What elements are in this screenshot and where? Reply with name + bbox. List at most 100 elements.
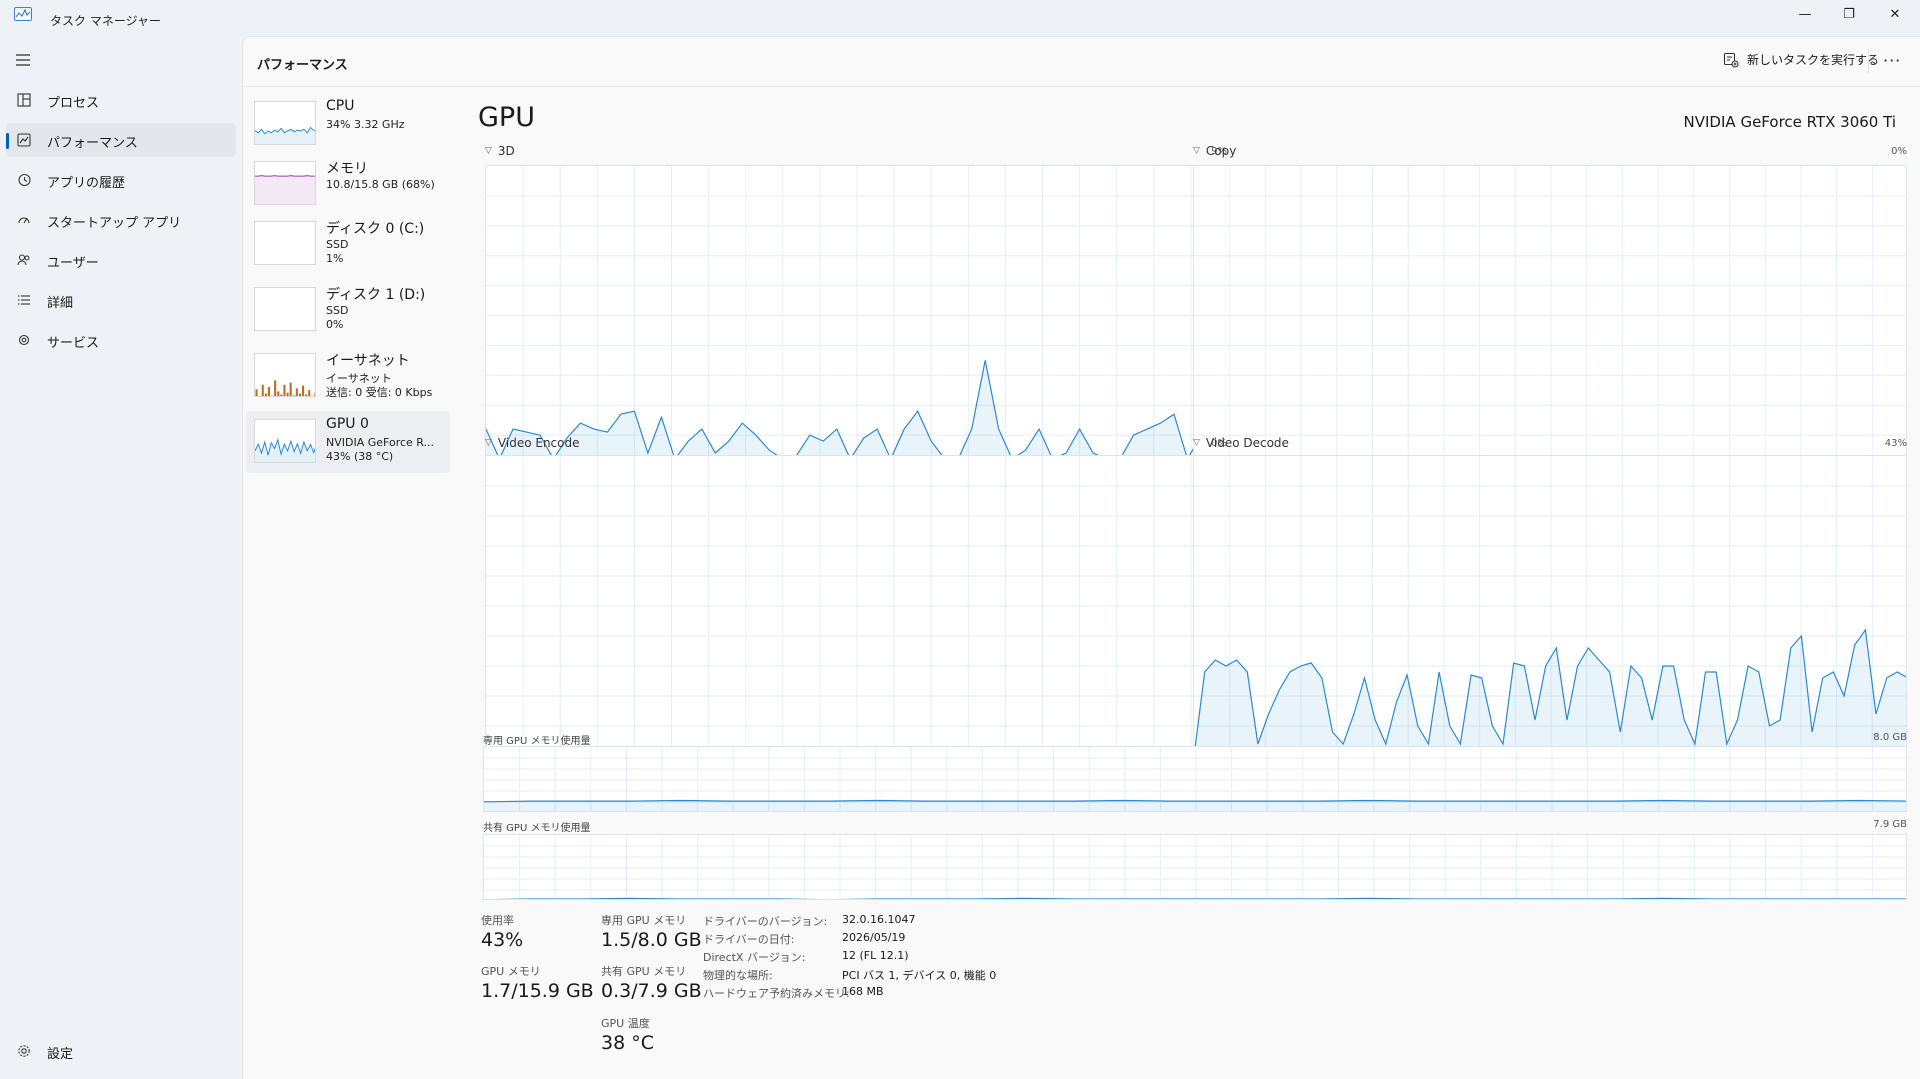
dedicated-memory-stat-label: 専用 GPU メモリ <box>601 914 687 927</box>
device-detail: NVIDIA GeForce R... <box>326 436 435 449</box>
gpu-temperature-value: 38 °C <box>601 1032 654 1054</box>
run-task-icon <box>1723 52 1739 68</box>
close-button[interactable]: ✕ <box>1872 0 1918 28</box>
device-cpu[interactable]: CPU 34% 3.32 GHz <box>246 93 450 155</box>
nav-item-services[interactable]: サービス <box>6 323 236 357</box>
engine-max-label: 43% <box>1884 438 1907 449</box>
nav-item-startup-apps[interactable]: スタートアップ アプリ <box>6 203 236 237</box>
hamburger-menu-icon[interactable] <box>14 52 34 68</box>
thumbnail-bar <box>261 384 264 396</box>
main-panel: パフォーマンス 新しいタスクを実行する ··· CPU 34% 3.32 GHz… <box>242 36 1920 1079</box>
dedicated-memory-max: 8.0 GB <box>1873 732 1907 743</box>
device-disk-0[interactable]: ディスク 0 (C:) SSD 1% <box>246 213 450 275</box>
nav-item-details[interactable]: 詳細 <box>6 283 236 317</box>
gpu-model-name: NVIDIA GeForce RTX 3060 Ti <box>1683 113 1896 131</box>
reserved-memory-value: 168 MB <box>842 985 884 998</box>
physical-location-key: 物理的な場所: <box>703 969 773 982</box>
page-title: パフォーマンス <box>257 58 348 73</box>
engine-label: Video Encode <box>497 436 580 450</box>
device-detail: SSD <box>326 304 349 317</box>
nav-item-processes[interactable]: プロセス <box>6 83 236 117</box>
device-name: ディスク 1 (D:) <box>326 287 426 303</box>
users-icon <box>16 252 32 268</box>
physical-location-value: PCI バス 1, デバイス 0, 機能 0 <box>842 969 997 982</box>
directx-version-value: 12 (FL 12.1) <box>842 949 909 962</box>
thumbnail-bar <box>308 390 311 396</box>
nav-item-users[interactable]: ユーザー <box>6 243 236 277</box>
engine-selector-3d[interactable]: ▽ 3D <box>485 144 515 158</box>
details-icon <box>16 292 32 308</box>
more-options-button[interactable]: ··· <box>1883 51 1901 70</box>
device-disk-1[interactable]: ディスク 1 (D:) SSD 0% <box>246 279 450 341</box>
thumbnail-line <box>255 175 315 177</box>
gpu-title: GPU <box>478 102 535 133</box>
driver-date-key: ドライバーの日付: <box>703 933 795 946</box>
reserved-memory-key: ハードウェア予約済みメモリ: <box>703 987 850 1000</box>
thumbnail-bar <box>298 393 301 396</box>
device-detail: 43% (38 °C) <box>326 450 394 463</box>
gpu-temperature-label: GPU 温度 <box>601 1017 650 1030</box>
chevron-down-icon: ▽ <box>1193 438 1200 448</box>
engine-selector-video-encode[interactable]: ▽ Video Encode <box>485 436 579 450</box>
utilization-label: 使用率 <box>481 914 514 927</box>
device-detail: 34% 3.32 GHz <box>326 118 405 131</box>
nav-label: プロセス <box>47 96 100 111</box>
ethernet-thumbnail-graph <box>254 353 316 397</box>
device-ethernet[interactable]: イーサネット イーサネット 送信: 0 受信: 0 Kbps <box>246 345 450 407</box>
device-memory[interactable]: メモリ 10.8/15.8 GB (68%) <box>246 153 450 215</box>
thumbnail-bar <box>283 384 286 396</box>
nav-item-performance[interactable]: パフォーマンス <box>6 123 236 157</box>
thumbnail-bar <box>302 385 305 396</box>
engine-selector-copy[interactable]: ▽ Copy <box>1193 144 1236 158</box>
thumbnail-area <box>255 175 315 204</box>
nav-item-settings[interactable]: 設定 <box>6 1034 236 1068</box>
nav-item-app-history[interactable]: アプリの履歴 <box>6 163 236 197</box>
chevron-down-icon: ▽ <box>1193 146 1200 156</box>
thumbnail-bar <box>274 380 277 396</box>
settings-label: 設定 <box>47 1047 74 1062</box>
nav-label: パフォーマンス <box>47 136 138 151</box>
device-gpu-0[interactable]: GPU 0 NVIDIA GeForce R... 43% (38 °C) <box>246 411 450 473</box>
device-detail: 1% <box>326 252 344 265</box>
thumbnail-bar <box>271 395 274 396</box>
nav-label: 詳細 <box>47 296 74 311</box>
device-detail: 10.8/15.8 GB (68%) <box>326 178 435 191</box>
run-task-label: 新しいタスクを実行する <box>1747 53 1880 67</box>
shared-memory-chart <box>483 834 1907 900</box>
memory-thumbnail-graph <box>254 161 316 205</box>
cpu-thumbnail-graph <box>254 101 316 145</box>
thumbnail-bar <box>280 394 283 396</box>
thumbnail-bar <box>314 392 315 396</box>
run-new-task-button[interactable]: 新しいタスクを実行する <box>1723 51 1879 68</box>
dedicated-memory-stat-value: 1.5/8.0 GB <box>601 929 702 951</box>
engine-max-label: 0% <box>1891 146 1907 157</box>
services-icon <box>16 332 32 348</box>
thumbnail-bar <box>267 387 270 396</box>
selection-indicator <box>6 133 9 149</box>
shared-memory-stat-label: 共有 GPU メモリ <box>601 965 687 978</box>
gpu-thumbnail-graph <box>254 419 316 463</box>
chart-video-encode <box>485 455 1227 755</box>
restore-button[interactable]: ❐ <box>1826 0 1872 28</box>
thumbnail-bar <box>264 393 267 396</box>
device-name: イーサネット <box>326 353 410 369</box>
utilization-value: 43% <box>481 929 524 951</box>
shared-memory-max: 7.9 GB <box>1873 819 1907 830</box>
dedicated-memory-series-area <box>484 800 1906 811</box>
thumbnail-bar <box>289 382 292 396</box>
chevron-down-icon: ▽ <box>485 146 492 156</box>
engine-label: Copy <box>1205 144 1237 158</box>
device-detail: SSD <box>326 238 349 251</box>
minimize-button[interactable]: — <box>1782 0 1828 28</box>
device-detail: 送信: 0 受信: 0 Kbps <box>326 386 433 399</box>
thumbnail-bar <box>295 388 298 396</box>
performance-icon <box>16 132 32 148</box>
thumbnail-bar <box>292 395 295 396</box>
title-bar: タスク マネージャー — ❐ ✕ <box>0 0 1920 36</box>
processes-icon <box>16 92 32 108</box>
gear-icon <box>16 1043 32 1059</box>
driver-version-value: 32.0.16.1047 <box>842 913 916 926</box>
device-name: GPU 0 <box>326 416 369 432</box>
engine-selector-video-decode[interactable]: ▽ Video Decode <box>1193 436 1289 450</box>
thumbnail-bar <box>286 392 289 396</box>
